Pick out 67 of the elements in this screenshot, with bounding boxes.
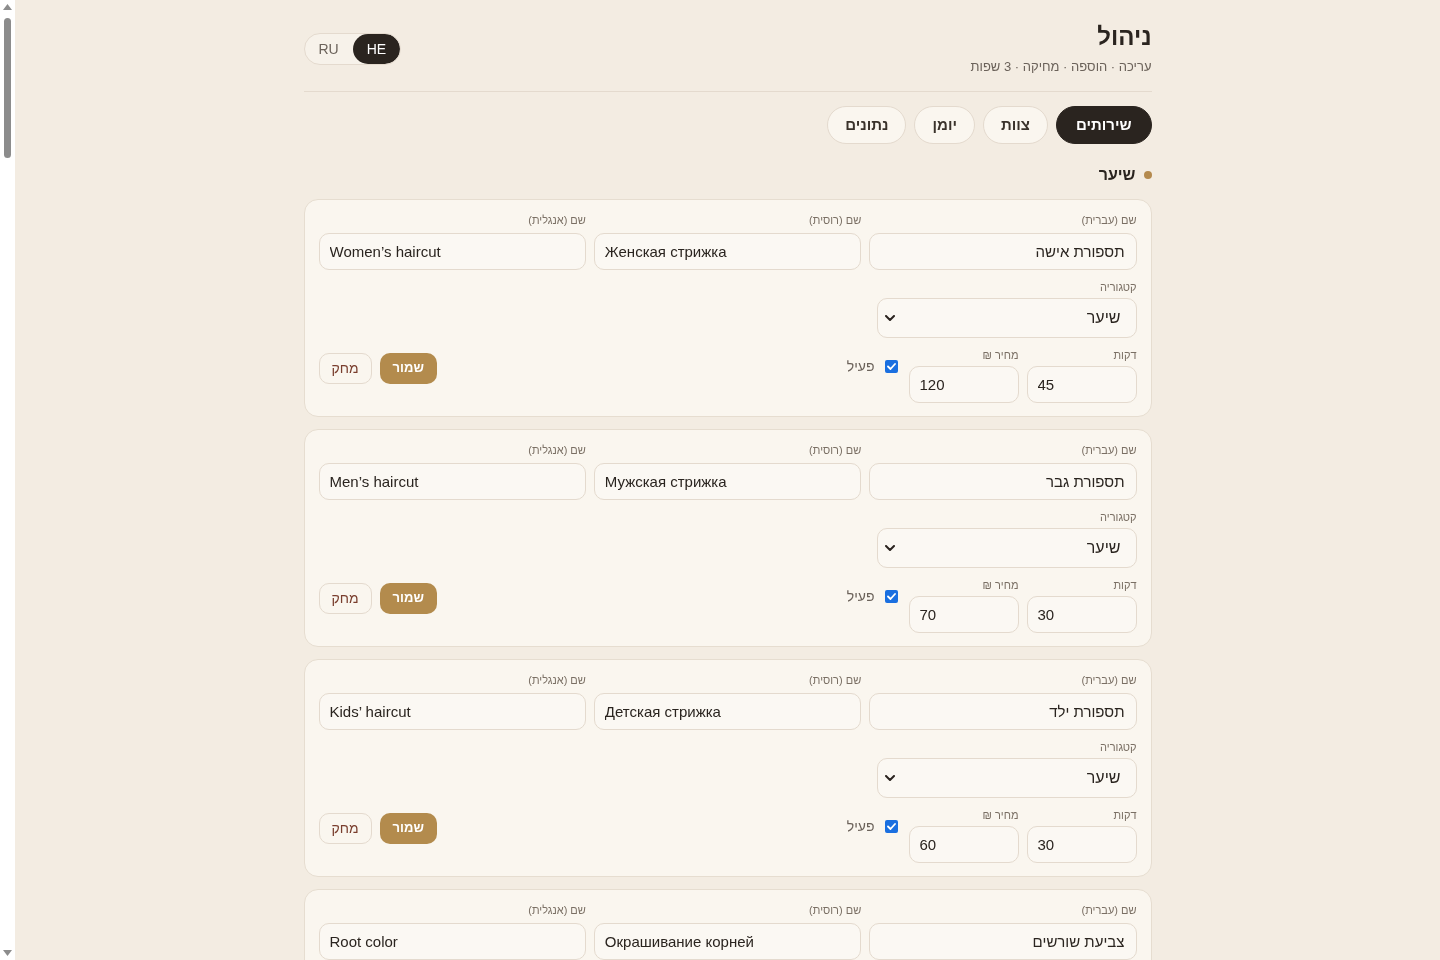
field-label: שם (רוסית) bbox=[809, 213, 862, 227]
field-label: שם (אנגלית) bbox=[528, 673, 586, 687]
field-label: קטגוריה bbox=[1100, 510, 1137, 524]
text-input[interactable]: Детская стрижка bbox=[593, 693, 862, 730]
field-label: קטגוריה bbox=[1100, 280, 1137, 294]
active-checkbox[interactable] bbox=[884, 360, 898, 373]
active-checkbox[interactable] bbox=[884, 820, 898, 833]
delete-button[interactable]: מחק bbox=[318, 812, 372, 844]
chevron-down-icon bbox=[884, 545, 895, 551]
text-input[interactable]: 60 bbox=[908, 826, 1019, 863]
tab[interactable]: צוות bbox=[982, 106, 1048, 144]
field-label: שם (עברית) bbox=[1081, 443, 1137, 457]
scrollbar-thumb[interactable] bbox=[4, 18, 11, 158]
text-input[interactable]: Root color bbox=[318, 923, 586, 960]
text-input[interactable]: 30 bbox=[1026, 826, 1137, 863]
field-label: שם (רוסית) bbox=[809, 903, 862, 917]
delete-button[interactable]: מחק bbox=[318, 352, 372, 384]
text-input[interactable]: Men’s haircut bbox=[318, 463, 586, 500]
text-input[interactable]: Women’s haircut bbox=[318, 233, 586, 270]
field-label: מחיר ₪ bbox=[982, 578, 1019, 592]
field-label: מחיר ₪ bbox=[982, 348, 1019, 362]
text-input[interactable]: תספורת גבר bbox=[869, 463, 1137, 500]
field-label: מחיר ₪ bbox=[982, 808, 1019, 822]
field-label: שם (אנגלית) bbox=[528, 443, 586, 457]
language-option[interactable]: HE bbox=[352, 34, 401, 64]
page-subtitle: עריכה · הוספה · מחיקה · 3 שפות bbox=[970, 58, 1152, 76]
field-label: שם (אנגלית) bbox=[528, 903, 586, 917]
text-input[interactable]: Окрашивание корней bbox=[593, 923, 862, 960]
field-label: שם (רוסית) bbox=[809, 443, 862, 457]
field-label: קטגוריה bbox=[1100, 740, 1137, 754]
language-option[interactable]: RU bbox=[304, 34, 353, 64]
chevron-down-icon bbox=[884, 315, 895, 321]
checkbox-label: פעיל bbox=[846, 357, 875, 376]
field-label: דקות bbox=[1113, 578, 1137, 592]
delete-button[interactable]: מחק bbox=[318, 582, 372, 614]
text-input[interactable]: Kids’ haircut bbox=[318, 693, 586, 730]
field-label: שם (רוסית) bbox=[809, 673, 862, 687]
active-checkbox[interactable] bbox=[884, 590, 898, 603]
page-title: ניהול bbox=[1097, 22, 1152, 52]
tab[interactable]: שירותים bbox=[1055, 106, 1152, 144]
tab[interactable]: יומן bbox=[914, 106, 975, 144]
text-input[interactable]: צביעת שורשים bbox=[869, 923, 1137, 960]
text-input[interactable]: Мужская стрижка bbox=[593, 463, 862, 500]
section-title: שיער bbox=[1098, 165, 1136, 185]
category-select[interactable]: שיער bbox=[876, 758, 1137, 798]
text-input[interactable]: תספורת אישה bbox=[869, 233, 1137, 270]
category-select[interactable]: שיער bbox=[876, 298, 1137, 338]
text-input[interactable]: 70 bbox=[908, 596, 1019, 633]
field-label: שם (עברית) bbox=[1081, 213, 1137, 227]
text-input[interactable]: תספורת ילד bbox=[869, 693, 1137, 730]
text-input[interactable]: Женская стрижка bbox=[593, 233, 862, 270]
text-input[interactable]: 30 bbox=[1026, 596, 1137, 633]
field-label: שם (עברית) bbox=[1081, 903, 1137, 917]
field-label: שם (אנגלית) bbox=[528, 213, 586, 227]
tab[interactable]: נתונים bbox=[827, 106, 907, 144]
field-label: דקות bbox=[1113, 808, 1137, 822]
field-label: דקות bbox=[1113, 348, 1137, 362]
dot-icon bbox=[1143, 171, 1152, 179]
scroll-down-arrow-icon[interactable] bbox=[3, 950, 12, 956]
text-input[interactable]: 45 bbox=[1026, 366, 1137, 403]
checkbox-label: פעיל bbox=[846, 817, 875, 836]
category-select[interactable]: שיער bbox=[876, 528, 1137, 568]
chevron-down-icon bbox=[884, 775, 895, 781]
field-label: שם (עברית) bbox=[1081, 673, 1137, 687]
text-input[interactable]: 120 bbox=[908, 366, 1019, 403]
scroll-up-arrow-icon[interactable] bbox=[3, 4, 12, 10]
checkbox-label: פעיל bbox=[846, 587, 875, 606]
